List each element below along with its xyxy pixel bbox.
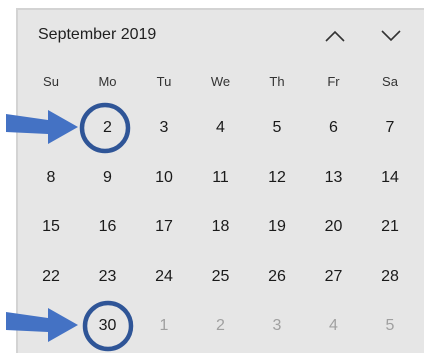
day-cell-8[interactable]: 8 — [23, 160, 79, 196]
weekday-label-fr: Fr — [327, 74, 340, 89]
day-cell-19[interactable]: 19 — [249, 209, 305, 245]
day-cell-14[interactable]: 14 — [362, 160, 418, 196]
day-cell-next-month-5[interactable]: 5 — [362, 308, 418, 344]
day-cell-15[interactable]: 15 — [23, 209, 79, 245]
day-cell-12[interactable]: 12 — [249, 160, 305, 196]
calendar-panel: September 2019 Su Mo Tu We Th Fr Sa 1234567891… — [18, 10, 424, 353]
day-cell-9[interactable]: 9 — [80, 160, 136, 196]
day-cell-3[interactable]: 3 — [136, 110, 192, 146]
weekday-label-th: Th — [269, 74, 285, 89]
day-cell-10[interactable]: 10 — [136, 160, 192, 196]
day-cell-6[interactable]: 6 — [306, 110, 362, 146]
day-cell-26[interactable]: 26 — [249, 259, 305, 295]
day-cell-21[interactable]: 21 — [362, 209, 418, 245]
day-cell-28[interactable]: 28 — [362, 259, 418, 295]
day-cell-16[interactable]: 16 — [80, 209, 136, 245]
day-cell-11[interactable]: 11 — [193, 160, 249, 196]
day-cell-23[interactable]: 23 — [80, 259, 136, 295]
next-month-button[interactable] — [374, 22, 408, 50]
month-year-label[interactable]: September 2019 — [38, 26, 156, 44]
day-cell-4[interactable]: 4 — [193, 110, 249, 146]
weekday-label-we: We — [210, 74, 231, 89]
day-cell-17[interactable]: 17 — [136, 209, 192, 245]
weekday-label-sa: Sa — [382, 74, 398, 89]
previous-month-button[interactable] — [318, 22, 352, 50]
day-cell-25[interactable]: 25 — [193, 259, 249, 295]
day-cell-24[interactable]: 24 — [136, 259, 192, 295]
weekday-label-mo: Mo — [98, 74, 117, 89]
day-cell-27[interactable]: 27 — [306, 259, 362, 295]
day-cell-13[interactable]: 13 — [306, 160, 362, 196]
day-cell-next-month-3[interactable]: 3 — [249, 308, 305, 344]
chevron-up-icon — [325, 30, 345, 42]
day-cell-5[interactable]: 5 — [249, 110, 305, 146]
day-cell-20[interactable]: 20 — [306, 209, 362, 245]
day-cell-next-month-2[interactable]: 2 — [193, 308, 249, 344]
day-cell-29[interactable]: 29 — [23, 308, 79, 344]
day-cell-1[interactable]: 1 — [23, 110, 79, 146]
chevron-down-icon — [381, 30, 401, 42]
day-cell-30[interactable]: 30 — [80, 308, 136, 344]
day-cell-2[interactable]: 2 — [80, 110, 136, 146]
day-cell-22[interactable]: 22 — [23, 259, 79, 295]
weekday-label-tu: Tu — [156, 74, 172, 89]
day-cell-next-month-1[interactable]: 1 — [136, 308, 192, 344]
weekday-label-su: Su — [43, 74, 59, 89]
day-cell-18[interactable]: 18 — [193, 209, 249, 245]
day-cell-7[interactable]: 7 — [362, 110, 418, 146]
day-cell-next-month-4[interactable]: 4 — [306, 308, 362, 344]
